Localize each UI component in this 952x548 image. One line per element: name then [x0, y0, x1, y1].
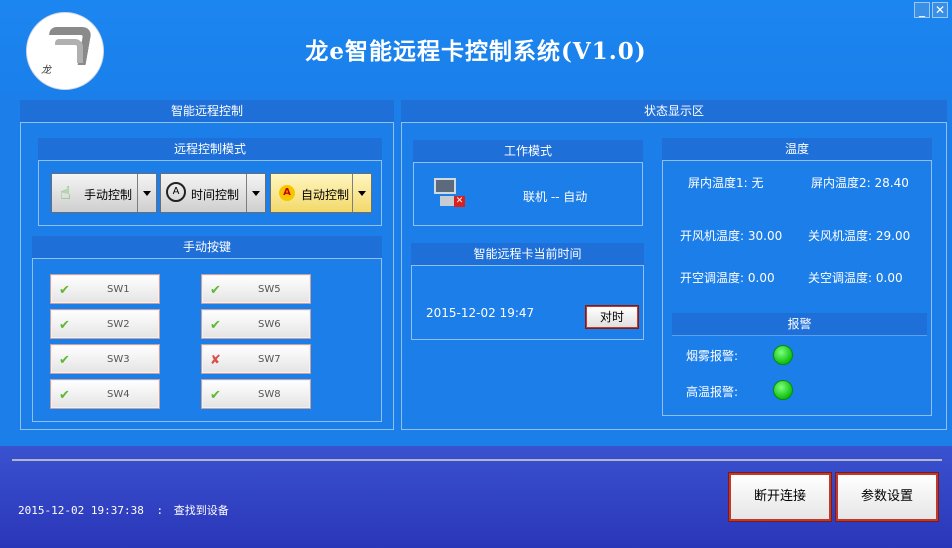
- mode-auto-label: 自动控制: [301, 188, 350, 202]
- heat-alarm-indicator: [773, 380, 793, 400]
- work-mode-header: 工作模式: [413, 140, 643, 163]
- work-mode-status: 联机 -- 自动: [523, 190, 588, 204]
- fan-on-temp: 开风机温度: 30.00: [680, 227, 782, 244]
- network-disconnect-icon: ✕: [434, 178, 465, 208]
- chevron-down-icon[interactable]: [352, 174, 371, 212]
- check-icon: ✔: [210, 283, 221, 298]
- card-time-value: 2015-12-02 19:47: [426, 306, 535, 320]
- ac-off-value: 0.00: [875, 271, 903, 285]
- hand-icon: ☝: [60, 183, 71, 204]
- switch-sw7[interactable]: ✘ SW7: [201, 344, 311, 374]
- switch-label: SW1: [107, 284, 130, 295]
- ac-off-temp: 关空调温度: 0.00: [808, 269, 903, 286]
- switch-sw8[interactable]: ✔ SW8: [201, 379, 311, 409]
- switch-sw2[interactable]: ✔ SW2: [50, 309, 160, 339]
- smoke-alarm-indicator: [773, 345, 793, 365]
- temp-in1: 屏内温度1: 无: [688, 174, 764, 191]
- status-line: 2015-12-02 19:37:38 : 查找到设备: [18, 502, 229, 518]
- auto-icon: A: [279, 185, 295, 201]
- fan-off-value: 29.00: [875, 229, 911, 243]
- control-mode-header: 远程控制模式: [38, 138, 382, 161]
- mode-auto-button[interactable]: A 自动控制: [270, 173, 372, 213]
- status-separator: :: [156, 504, 164, 517]
- switch-sw3[interactable]: ✔ SW3: [50, 344, 160, 374]
- minimize-button[interactable]: _: [914, 2, 930, 18]
- switch-label: SW6: [258, 319, 281, 330]
- temp-in1-value: 无: [751, 176, 764, 190]
- card-time-panel: [411, 265, 644, 340]
- card-time-header: 智能远程卡当前时间: [411, 243, 644, 266]
- check-icon: ✔: [59, 388, 70, 403]
- heat-alarm-label: 高温报警:: [686, 385, 739, 399]
- switch-label: SW3: [107, 354, 130, 365]
- temp-in2: 屏内温度2: 28.40: [811, 174, 909, 191]
- sync-time-button[interactable]: 对时: [585, 305, 639, 329]
- smoke-alarm-label: 烟雾报警:: [686, 349, 739, 363]
- chevron-down-icon[interactable]: [137, 174, 156, 212]
- disconnect-button[interactable]: 断开连接: [728, 472, 832, 522]
- alarm-clock-icon: A: [166, 182, 186, 202]
- switch-sw1[interactable]: ✔ SW1: [50, 274, 160, 304]
- switch-label: SW8: [258, 389, 281, 400]
- temperature-panel: [662, 160, 932, 416]
- mode-time-button[interactable]: A 时间控制: [160, 173, 266, 213]
- alarm-header: 报警: [672, 313, 927, 336]
- check-icon: ✔: [59, 283, 70, 298]
- switch-sw5[interactable]: ✔ SW5: [201, 274, 311, 304]
- check-icon: ✔: [59, 318, 70, 333]
- smart-control-header: 智能远程控制: [20, 100, 394, 123]
- app-title: 龙e智能远程卡控制系统(V1.0): [305, 38, 647, 65]
- ac-on-temp: 开空调温度: 0.00: [680, 269, 775, 286]
- check-icon: ✔: [59, 353, 70, 368]
- switch-sw6[interactable]: ✔ SW6: [201, 309, 311, 339]
- manual-keys-header: 手动按键: [32, 236, 382, 259]
- ac-on-value: 0.00: [747, 271, 775, 285]
- cross-icon: ✘: [210, 353, 221, 368]
- status-message: 查找到设备: [173, 504, 229, 517]
- temp-in2-label: 屏内温度2:: [811, 176, 871, 190]
- close-button[interactable]: ✕: [932, 2, 948, 18]
- switch-label: SW5: [258, 284, 281, 295]
- mode-manual-label: 手动控制: [84, 188, 133, 202]
- status-timestamp: 2015-12-02 19:37:38: [18, 504, 144, 517]
- fan-on-label: 开风机温度:: [680, 229, 745, 243]
- status-area-header: 状态显示区: [401, 100, 947, 123]
- chevron-down-icon[interactable]: [246, 174, 265, 212]
- switch-label: SW4: [107, 389, 130, 400]
- temperature-header: 温度: [662, 138, 932, 161]
- mode-manual-button[interactable]: ☝ 手动控制: [51, 173, 157, 213]
- settings-button[interactable]: 参数设置: [835, 472, 939, 522]
- check-icon: ✔: [210, 388, 221, 403]
- check-icon: ✔: [210, 318, 221, 333]
- fan-on-value: 30.00: [747, 229, 783, 243]
- fan-off-label: 关风机温度:: [808, 229, 873, 243]
- mode-time-label: 时间控制: [191, 188, 240, 202]
- fan-off-temp: 关风机温度: 29.00: [808, 227, 910, 244]
- switch-label: SW2: [107, 319, 130, 330]
- footer-divider: [12, 459, 942, 461]
- temp-in2-value: 28.40: [874, 176, 909, 190]
- ac-on-label: 开空调温度:: [680, 271, 745, 285]
- switch-label: SW7: [258, 354, 281, 365]
- switch-sw4[interactable]: ✔ SW4: [50, 379, 160, 409]
- ac-off-label: 关空调温度:: [808, 271, 873, 285]
- temp-in1-label: 屏内温度1:: [688, 176, 748, 190]
